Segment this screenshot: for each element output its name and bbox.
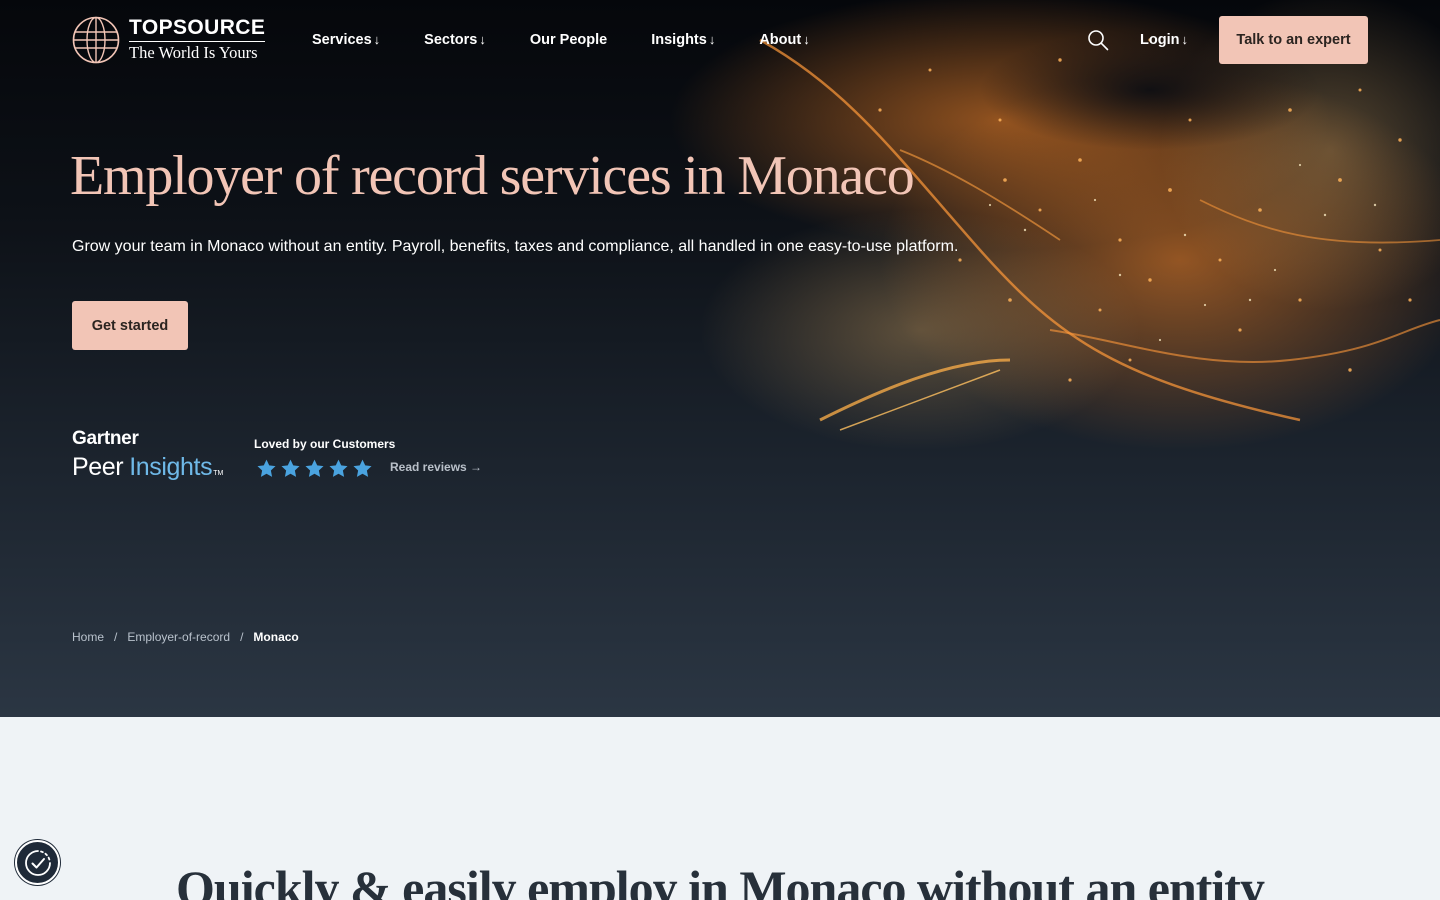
peer-insights-wordmark: Peer Insights TM bbox=[72, 453, 223, 481]
trademark-mark: TM bbox=[213, 470, 224, 477]
cookie-consent-icon bbox=[24, 849, 51, 876]
logo-text: TOPSOURCE The World Is Yours bbox=[129, 17, 266, 63]
city-lights-background-image bbox=[670, 0, 1440, 450]
nav-item-sectors[interactable]: Sectors ↓ bbox=[424, 30, 486, 50]
insights-word: Insights bbox=[129, 453, 213, 481]
peer-word: Peer bbox=[72, 453, 124, 481]
star-icon bbox=[329, 459, 348, 477]
star-icon bbox=[353, 459, 372, 477]
arrow-down-icon: ↓ bbox=[1181, 32, 1188, 47]
nav-item-insights[interactable]: Insights ↓ bbox=[651, 30, 715, 50]
nav-item-label: Sectors bbox=[424, 32, 478, 48]
breadcrumb: Home / Employer-of-record / Monaco bbox=[72, 629, 299, 645]
page-title: Employer of record services in Monaco bbox=[70, 145, 915, 207]
hero-subtitle: Grow your team in Monaco without an enti… bbox=[72, 238, 959, 255]
arrow-down-icon: ↓ bbox=[373, 32, 381, 47]
main-nav: Services ↓ Sectors ↓ Our People Insights ↓ … bbox=[312, 30, 854, 50]
section-heading: Quickly & easily employ in Monaco withou… bbox=[176, 860, 1265, 900]
arrow-down-icon: ↓ bbox=[803, 32, 810, 47]
nav-item-label: Services bbox=[312, 32, 372, 48]
star-icon bbox=[257, 459, 276, 477]
nav-item-label: Insights bbox=[651, 32, 707, 48]
read-reviews-link[interactable]: Read reviews → bbox=[390, 459, 482, 475]
talk-to-expert-button[interactable]: Talk to an expert bbox=[1219, 16, 1368, 64]
breadcrumb-employer-of-record[interactable]: Employer-of-record bbox=[127, 629, 230, 645]
brand-name: TOPSOURCE bbox=[129, 17, 266, 42]
breadcrumb-current: Monaco bbox=[253, 630, 299, 644]
search-icon[interactable] bbox=[1087, 29, 1109, 51]
nav-item-services[interactable]: Services ↓ bbox=[312, 30, 380, 50]
nav-item-about[interactable]: About ↓ bbox=[759, 30, 809, 50]
login-label: Login bbox=[1140, 32, 1180, 48]
get-started-button[interactable]: Get started bbox=[72, 301, 188, 350]
hero-section: TOPSOURCE The World Is Yours Services ↓ S… bbox=[0, 0, 1440, 717]
cookie-consent-button[interactable] bbox=[15, 840, 60, 885]
nav-item-label: About bbox=[759, 32, 802, 48]
login-menu[interactable]: Login ↓ bbox=[1140, 30, 1188, 50]
site-header: TOPSOURCE The World Is Yours Services ↓ S… bbox=[0, 0, 1440, 80]
arrow-down-icon: ↓ bbox=[708, 32, 716, 47]
nav-item-label: Our People bbox=[529, 32, 608, 48]
reviews-headline: Loved by our Customers bbox=[254, 437, 396, 451]
logo[interactable]: TOPSOURCE The World Is Yours bbox=[72, 16, 266, 64]
breadcrumb-separator: / bbox=[240, 630, 244, 644]
gartner-wordmark: Gartner bbox=[72, 428, 139, 449]
brand-tagline: The World Is Yours bbox=[129, 43, 258, 62]
globe-icon bbox=[72, 16, 120, 64]
rating-stars bbox=[256, 458, 376, 479]
breadcrumb-separator: / bbox=[114, 630, 118, 644]
star-icon bbox=[305, 459, 324, 477]
nav-item-our-people[interactable]: Our People bbox=[530, 30, 607, 50]
gartner-peer-insights-logo: Gartner Peer Insights TM bbox=[72, 428, 223, 482]
breadcrumb-home[interactable]: Home bbox=[72, 629, 104, 645]
star-icon bbox=[281, 459, 300, 477]
arrow-down-icon: ↓ bbox=[479, 32, 486, 47]
